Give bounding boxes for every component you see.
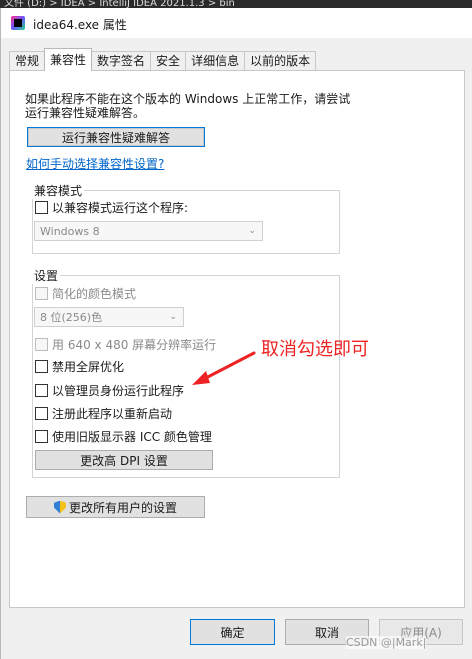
compat-mode-checkbox[interactable]	[35, 201, 48, 214]
uac-shield-icon	[53, 500, 66, 514]
csdn-watermark: CSDN @|Mark|	[346, 636, 427, 649]
change-all-users-label: 更改所有用户的设置	[68, 500, 177, 515]
intro-text: 如果此程序不能在这个版本的 Windows 上正常工作，请尝试 运行兼容性疑难解…	[25, 92, 425, 120]
ok-button[interactable]: 确定	[190, 619, 275, 645]
register-restart-label: 注册此程序以重新启动	[52, 407, 173, 421]
change-all-users-button[interactable]: 更改所有用户的设置	[26, 496, 205, 518]
tab-strip: 常规 兼容性 数字签名 安全 详细信息 以前的版本	[9, 48, 317, 71]
legacy-icc-checkbox[interactable]	[35, 430, 48, 443]
reduced-color-row: 简化的颜色模式	[35, 285, 136, 302]
compat-mode-group-label: 兼容模式	[32, 182, 85, 199]
disable-fullscreen-row[interactable]: 禁用全屏优化	[35, 358, 124, 375]
intro-line-1: 如果此程序不能在这个版本的 Windows 上正常工作，请尝试	[25, 92, 351, 106]
legacy-icc-label: 使用旧版显示器 ICC 颜色管理	[52, 430, 212, 444]
annotation-arrow-icon	[192, 351, 256, 385]
disable-fullscreen-checkbox[interactable]	[35, 360, 48, 373]
register-restart-row[interactable]: 注册此程序以重新启动	[35, 405, 172, 422]
color-depth-value: 8 位(256)色	[40, 311, 103, 324]
register-restart-checkbox[interactable]	[35, 407, 48, 420]
run-as-admin-row[interactable]: 以管理员身份运行此程序	[35, 382, 184, 399]
resolution-640-checkbox	[35, 338, 48, 351]
tab-compatibility[interactable]: 兼容性	[44, 48, 93, 71]
compatibility-panel: 如果此程序不能在这个版本的 Windows 上正常工作，请尝试 运行兼容性疑难解…	[9, 70, 465, 608]
intro-line-2: 运行兼容性疑难解答。	[25, 106, 146, 120]
title-bar: idea64.exe 属性	[1, 8, 472, 38]
intellij-app-icon	[11, 16, 25, 30]
tab-details[interactable]: 详细信息	[185, 51, 246, 71]
compat-mode-row[interactable]: 以兼容模式运行这个程序:	[35, 199, 188, 216]
chevron-down-icon: ⌄	[169, 312, 177, 322]
tab-digital-signatures[interactable]: 数字签名	[91, 51, 152, 71]
tab-security[interactable]: 安全	[150, 51, 187, 71]
tab-previous-versions[interactable]: 以前的版本	[244, 51, 317, 71]
compat-os-select: Windows 8 ⌄	[34, 221, 263, 241]
change-high-dpi-button[interactable]: 更改高 DPI 设置	[35, 450, 213, 470]
reduced-color-label: 简化的颜色模式	[52, 287, 137, 301]
legacy-icc-row[interactable]: 使用旧版显示器 ICC 颜色管理	[35, 428, 212, 445]
run-as-admin-label: 以管理员身份运行此程序	[52, 384, 185, 398]
chevron-down-icon: ⌄	[248, 226, 256, 236]
compat-os-value: Windows 8	[40, 224, 100, 238]
settings-group-label: 设置	[32, 267, 61, 284]
run-troubleshooter-button[interactable]: 运行兼容性疑难解答	[27, 127, 205, 147]
settings-group	[32, 275, 340, 478]
manual-settings-link[interactable]: 如何手动选择兼容性设置?	[26, 155, 164, 172]
reduced-color-checkbox	[35, 287, 48, 300]
disable-fullscreen-label: 禁用全屏优化	[52, 360, 125, 374]
window-title: idea64.exe 属性	[33, 18, 127, 32]
run-as-admin-checkbox[interactable]	[35, 384, 48, 397]
tab-general[interactable]: 常规	[9, 51, 46, 71]
compat-mode-label: 以兼容模式运行这个程序:	[52, 201, 189, 215]
color-depth-select: 8 位(256)色 ⌄	[34, 307, 184, 327]
properties-dialog: idea64.exe 属性 常规 兼容性 数字签名 安全 详细信息 以前的版本 …	[0, 8, 472, 659]
annotation-text: 取消勾选即可	[261, 339, 369, 360]
explorer-breadcrumb-strip: 文件 (D:) > IDEA > IntelliJ IDEA 2021.1.3 …	[0, 0, 472, 8]
